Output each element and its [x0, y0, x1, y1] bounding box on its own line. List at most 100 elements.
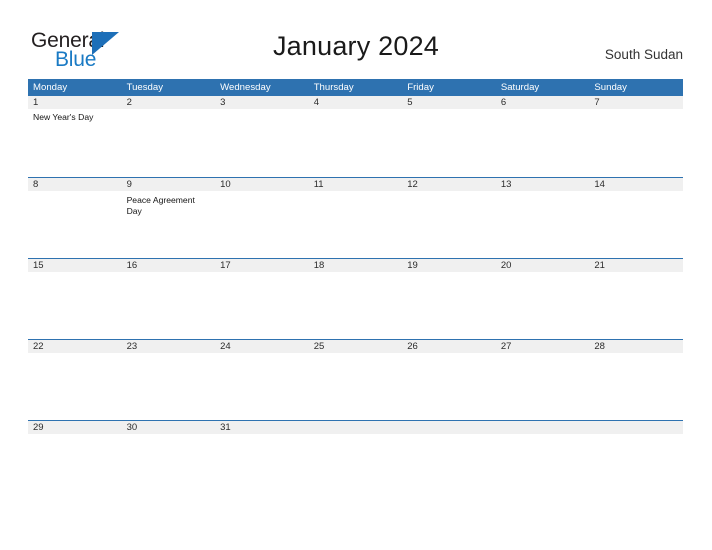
- day-number: 2: [126, 97, 132, 108]
- day-number: 15: [33, 260, 44, 271]
- day-cell[interactable]: 15: [28, 258, 122, 339]
- day-cell[interactable]: 4: [309, 96, 403, 177]
- day-cell[interactable]: 29: [28, 420, 122, 501]
- day-cell[interactable]: 20: [496, 258, 590, 339]
- day-event: [314, 192, 398, 195]
- day-cell[interactable]: 14: [589, 177, 683, 258]
- day-event: [33, 435, 117, 438]
- weekday-header-friday: Friday: [407, 82, 434, 93]
- day-event: [220, 435, 304, 438]
- day-cell-empty: [309, 420, 403, 501]
- day-cell[interactable]: 31: [215, 420, 309, 501]
- day-cell-empty: [589, 420, 683, 501]
- day-event: [314, 273, 398, 276]
- day-cell[interactable]: 21: [589, 258, 683, 339]
- day-cell[interactable]: 16: [122, 258, 216, 339]
- day-number: 3: [220, 97, 226, 108]
- day-number: 9: [126, 179, 132, 190]
- weekday-header-tuesday: Tuesday: [126, 82, 164, 93]
- day-cell[interactable]: 24: [215, 339, 309, 420]
- day-number: 12: [407, 179, 418, 190]
- day-event: [127, 435, 211, 438]
- week-row: 22 23 24 25 26 27 28: [28, 339, 683, 420]
- day-event: [407, 354, 491, 357]
- day-number: 20: [500, 260, 512, 271]
- day-cell[interactable]: 9 Peace Agreement Day: [122, 177, 216, 258]
- day-cell[interactable]: 6: [496, 96, 590, 177]
- day-event: [33, 273, 117, 276]
- day-cell[interactable]: 5: [402, 96, 496, 177]
- day-number: 26: [407, 341, 418, 352]
- day-cell[interactable]: 7: [589, 96, 683, 177]
- day-cell[interactable]: 2: [122, 96, 216, 177]
- day-number: 30: [126, 422, 138, 433]
- day-cell[interactable]: 11: [309, 177, 403, 258]
- calendar-grid: Monday Tuesday Wednesday Thursday Friday…: [28, 79, 683, 501]
- weekday-header-monday: Monday: [33, 82, 68, 93]
- day-cell[interactable]: 8: [28, 177, 122, 258]
- day-event: [127, 109, 211, 112]
- day-event: [594, 273, 678, 276]
- day-number: 29: [33, 422, 44, 433]
- day-event: Peace Agreement Day: [126, 195, 195, 217]
- day-number: 7: [594, 97, 600, 108]
- day-event: [501, 109, 585, 112]
- day-number: 11: [313, 179, 324, 190]
- region-label: South Sudan: [604, 47, 683, 62]
- day-event: [594, 192, 678, 195]
- day-event: [220, 354, 304, 357]
- weekday-header-wednesday: Wednesday: [220, 82, 271, 93]
- day-event: [594, 109, 678, 112]
- day-number: 14: [594, 179, 605, 190]
- day-number: 23: [126, 341, 138, 352]
- day-number: 19: [407, 260, 418, 271]
- week-row: 29 30 31: [28, 420, 683, 501]
- day-cell[interactable]: 13: [496, 177, 590, 258]
- day-cell-empty: [402, 420, 496, 501]
- day-cell-empty: [496, 420, 590, 501]
- day-cell[interactable]: 22: [28, 339, 122, 420]
- day-number: 5: [407, 97, 413, 108]
- day-cell[interactable]: 1 New Year's Day: [28, 96, 122, 177]
- day-event: [127, 273, 211, 276]
- day-cell[interactable]: 19: [402, 258, 496, 339]
- day-event: [407, 273, 491, 276]
- page-header: General Blue January 2024 South Sudan: [0, 0, 712, 78]
- day-event: [594, 354, 678, 357]
- day-number: 18: [313, 260, 325, 271]
- weekday-header-thursday: Thursday: [313, 82, 354, 93]
- day-cell[interactable]: 10: [215, 177, 309, 258]
- day-event: [501, 273, 585, 276]
- day-event: [501, 192, 585, 195]
- week-row: 8 9 Peace Agreement Day 10 11 12 13 14: [28, 177, 683, 258]
- week-row: 1 New Year's Day 2 3 4 5 6 7: [28, 96, 683, 177]
- weekday-header-saturday: Saturday: [500, 82, 540, 93]
- day-number: 28: [594, 341, 605, 352]
- day-event: [314, 354, 398, 357]
- day-event: [407, 109, 491, 112]
- day-number: 8: [33, 179, 39, 190]
- day-number: 16: [126, 260, 138, 271]
- day-cell[interactable]: 27: [496, 339, 590, 420]
- day-event: [407, 192, 491, 195]
- day-number: 21: [594, 260, 605, 271]
- day-cell[interactable]: 12: [402, 177, 496, 258]
- day-cell[interactable]: 25: [309, 339, 403, 420]
- day-cell[interactable]: 28: [589, 339, 683, 420]
- day-event: [314, 109, 398, 112]
- day-cell[interactable]: 23: [122, 339, 216, 420]
- day-number: 10: [220, 179, 231, 190]
- day-number: 31: [220, 422, 231, 433]
- day-event: [501, 354, 585, 357]
- day-number: 25: [313, 341, 325, 352]
- day-cell[interactable]: 18: [309, 258, 403, 339]
- day-cell[interactable]: 17: [215, 258, 309, 339]
- day-event: [220, 109, 304, 112]
- day-number: 17: [220, 260, 231, 271]
- day-event: [220, 192, 304, 195]
- day-cell[interactable]: 26: [402, 339, 496, 420]
- day-cell[interactable]: 3: [215, 96, 309, 177]
- day-number: 27: [500, 341, 512, 352]
- day-event: [33, 354, 117, 357]
- day-cell[interactable]: 30: [122, 420, 216, 501]
